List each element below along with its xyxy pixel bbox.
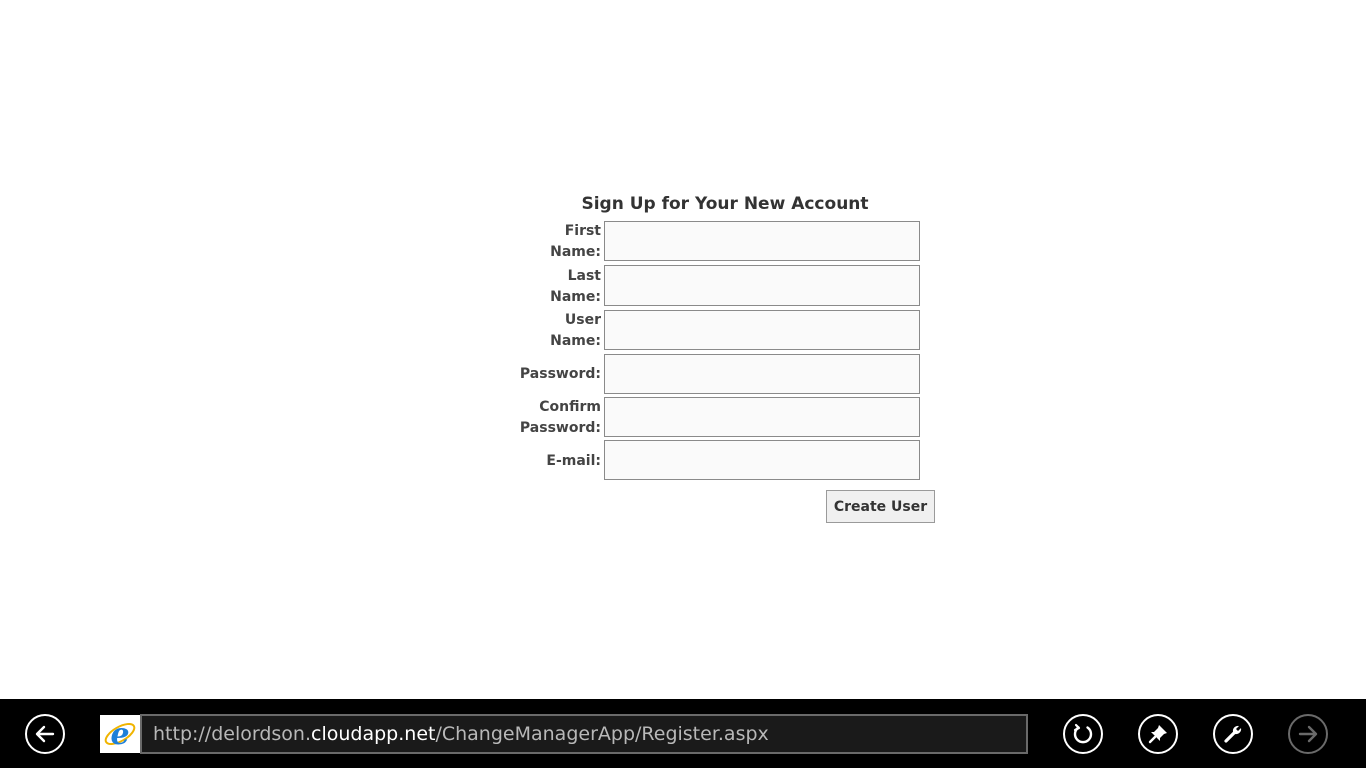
email-label: E-mail: <box>546 453 601 469</box>
password-label: Password: <box>519 366 601 382</box>
pin-button[interactable] <box>1138 714 1178 754</box>
tools-button[interactable] <box>1213 714 1253 754</box>
back-arrow-icon <box>35 725 55 743</box>
first-name-label: First Name: <box>550 223 601 260</box>
password-input[interactable] <box>604 354 920 394</box>
first-name-input[interactable] <box>604 221 920 261</box>
forward-arrow-icon <box>1298 725 1318 743</box>
back-button[interactable] <box>25 714 65 754</box>
address-bar[interactable]: http://delordson.cloudapp.net/ChangeMana… <box>140 714 1028 754</box>
pin-icon <box>1148 725 1167 744</box>
create-user-button[interactable]: Create User <box>826 490 935 523</box>
page-content: Sign Up for Your New Account First Name:… <box>0 0 1366 699</box>
forward-button[interactable] <box>1288 714 1328 754</box>
ie-logo-icon: e <box>100 715 140 753</box>
svg-text:e: e <box>110 717 129 751</box>
url-text: http://delordson.cloudapp.net/ChangeMana… <box>153 723 769 745</box>
last-name-input[interactable] <box>604 265 920 306</box>
last-name-label: Last Name: <box>550 268 601 305</box>
user-name-label: User Name: <box>550 312 601 349</box>
confirm-password-input[interactable] <box>604 397 920 437</box>
refresh-button[interactable] <box>1063 714 1103 754</box>
browser-app-bar: e http://delordson.cloudapp.net/ChangeMa… <box>0 699 1366 768</box>
wrench-icon <box>1224 725 1242 743</box>
user-name-input[interactable] <box>604 310 920 350</box>
refresh-icon <box>1073 723 1093 744</box>
form-title: Sign Up for Your New Account <box>581 194 869 214</box>
email-input[interactable] <box>604 440 920 480</box>
confirm-password-label: Confirm Password: <box>519 399 601 436</box>
